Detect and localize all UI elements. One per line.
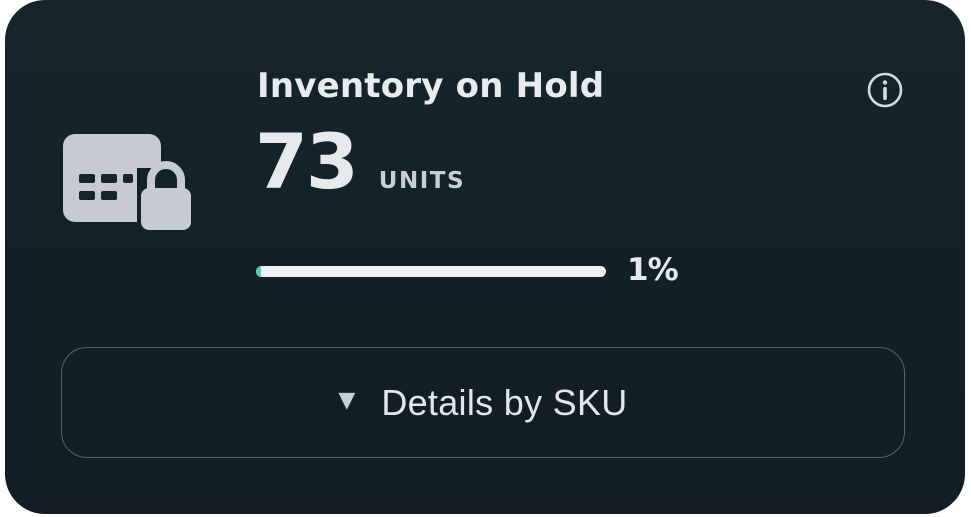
info-icon[interactable] bbox=[865, 70, 905, 110]
card-title: Inventory on Hold bbox=[257, 66, 605, 106]
metric-unit: UNITS bbox=[378, 168, 466, 194]
progress-bar bbox=[256, 266, 606, 277]
details-button-label: Details by SKU bbox=[381, 381, 628, 423]
progress-fill bbox=[256, 266, 262, 277]
caret-down-icon: ▼ bbox=[338, 388, 356, 413]
grid-lock-icon bbox=[63, 134, 191, 230]
details-by-sku-button[interactable]: ▼ Details by SKU bbox=[61, 347, 905, 458]
metric-row: 73 UNITS bbox=[255, 124, 465, 200]
progress-percentage: 1% bbox=[627, 252, 679, 288]
inventory-on-hold-card: Inventory on Hold 73 UNITS 1% ▼ Details … bbox=[5, 0, 965, 514]
metric-value: 73 bbox=[255, 117, 359, 206]
